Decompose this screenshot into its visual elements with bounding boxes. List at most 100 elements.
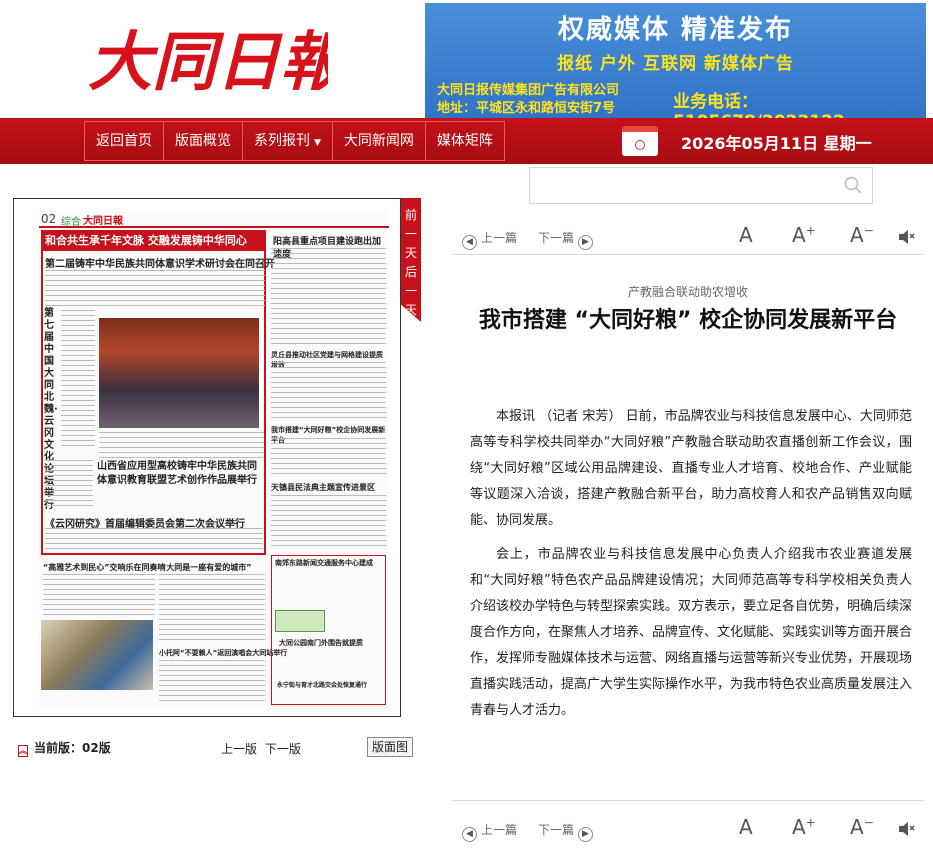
next-day-char-3[interactable]: 天 (401, 301, 421, 320)
layout-map-button[interactable]: 版面图 (367, 737, 413, 757)
double-up-arrow-icon[interactable]: ︽ (18, 745, 28, 757)
site-header: 大同日報 权威媒体 精准发布 报纸 户外 互联网 新媒体广告 大同日报传媒集团广… (0, 0, 933, 118)
text-lines (159, 574, 265, 644)
advertising-banner[interactable]: 权威媒体 精准发布 报纸 户外 互联网 新媒体广告 大同日报传媒集团广告有限公司… (425, 3, 926, 118)
banner-address: 地址：平城区永和路恒安街7号 (437, 101, 616, 116)
newspaper-page-image[interactable]: 02 综合 大同日報 和合共生承千年文脉 交融发展铸中华同心 第二届铸牢中华民族… (39, 210, 389, 710)
nav-page-overview-label: 版面概览 (175, 133, 231, 149)
text-lines (45, 460, 93, 510)
page-navigation: 上一版 下一版 (221, 740, 305, 757)
next-article-button[interactable]: 下一篇 ▶ (538, 821, 597, 842)
current-date: 2026年05月11日 星期一 (681, 134, 872, 153)
article-toolbar-bottom: ◀ 上一篇 下一篇 ▶ A A+ A− (452, 800, 924, 844)
prev-page-link[interactable]: 上一版 (221, 742, 257, 756)
text-lines (271, 362, 386, 422)
bottom-headline-1[interactable]: “高雅艺术到民心”交响乐在同奏响 (43, 562, 166, 573)
font-default-label: A (739, 223, 753, 247)
speaker-icon[interactable] (898, 229, 916, 245)
chevron-right-icon: ▶ (578, 827, 594, 842)
search-input[interactable] (529, 167, 873, 204)
banner-headline: 权威媒体 精准发布 (557, 15, 794, 45)
page-header-strip: 02 综合 大同日報 (39, 210, 389, 228)
nav-media-matrix[interactable]: 媒体矩阵 (426, 122, 504, 160)
day-flip-tab: 前 一 天 后 一 天 (401, 198, 421, 322)
font-default-label: A (739, 815, 753, 839)
font-default-button[interactable]: A (739, 223, 753, 247)
text-lines (159, 660, 265, 705)
prev-article-label: 上一篇 (481, 231, 518, 245)
nav-series-dropdown[interactable]: 系列报刊 ▼ (243, 122, 333, 160)
current-edition: ︽ 当前版：02版 (18, 739, 111, 757)
sub-headline-art-exhibit[interactable]: 山西省应用型高校铸牢中华民族共同体意识教育联盟艺术创作作品展举行 (97, 460, 265, 488)
prev-day-char-1[interactable]: 前 (401, 206, 421, 225)
article-paragraph: 本报讯 （记者 宋芳） 日前，市品牌农业与科技信息发展中心、大同师范高等专科学校… (470, 409, 912, 528)
feature-red-title[interactable]: 和合共生承千年文脉 交融发展铸中华同心 (41, 231, 266, 251)
nav-page-overview[interactable]: 版面概览 (164, 122, 243, 160)
factory-photo[interactable] (41, 620, 153, 690)
text-lines (99, 432, 264, 458)
text-lines (271, 438, 386, 478)
article-paragraph: 会上，市品牌农业与科技信息发展中心负责人介绍我市农业赛道发展和“大同好粮”特色农… (470, 547, 913, 718)
plus-icon: + (805, 223, 816, 238)
speaker-icon[interactable] (898, 821, 916, 837)
chevron-left-icon: ◀ (462, 235, 477, 250)
article-toolbar-top: ◀ 上一篇 下一篇 ▶ A A+ A− (452, 222, 924, 255)
right-box-headline-1[interactable]: 南郊东路新闻交通服务中心建成 (275, 558, 373, 568)
font-decrease-label: A (850, 815, 864, 839)
prev-article-button[interactable]: ◀ 上一篇 (458, 229, 517, 250)
text-lines (271, 495, 386, 550)
nav-home-label: 返回首页 (96, 133, 152, 149)
nav-datong-news[interactable]: 大同新闻网 (333, 122, 426, 160)
chevron-left-icon: ◀ (462, 827, 477, 842)
page-masthead: 大同日報 (83, 216, 123, 227)
font-decrease-label: A (850, 223, 864, 247)
font-increase-button[interactable]: A+ (792, 223, 816, 247)
next-article-button[interactable]: 下一篇 ▶ (538, 229, 597, 250)
page-section: 综合 (61, 217, 81, 228)
feature-headline[interactable]: 第二届铸牢中华民族共同体意识学术研讨会在同召开 (45, 255, 275, 270)
text-lines (271, 248, 386, 348)
prev-day-char-2[interactable]: 一 (401, 225, 421, 244)
nav-home[interactable]: 返回首页 (85, 122, 164, 160)
conference-photo[interactable] (99, 318, 259, 428)
chevron-right-icon: ▶ (578, 235, 594, 250)
article-title: 我市搭建 “大同好粮” 校企协同发展新平台 (478, 308, 898, 333)
font-decrease-button[interactable]: A− (850, 223, 874, 247)
minus-icon: − (863, 223, 874, 238)
text-lines (61, 310, 95, 450)
font-default-button[interactable]: A (739, 815, 753, 839)
font-increase-button[interactable]: A+ (792, 815, 816, 839)
font-decrease-button[interactable]: A− (850, 815, 874, 839)
next-day-char-2[interactable]: 一 (401, 282, 421, 301)
ad-thumbnail (275, 610, 325, 632)
text-lines (45, 270, 265, 310)
calendar-icon[interactable] (622, 126, 658, 156)
prev-day-char-3[interactable]: 天 (401, 244, 421, 263)
bottom-headline-2[interactable]: “大同是一座有爱的城市” (161, 562, 252, 573)
page-number: 02 (41, 212, 57, 226)
search-icon[interactable] (844, 176, 862, 194)
font-increase-label: A (792, 223, 806, 247)
prev-article-label: 上一篇 (481, 823, 518, 837)
dattong-daily-logo[interactable]: 大同日報 (88, 14, 328, 106)
bottom-headline-3[interactable]: 小托阿“不耍赖人”返回演唱会大同站举行 (159, 648, 287, 658)
banner-services: 报纸 户外 互联网 新媒体广告 (557, 54, 794, 74)
nav-menu: 返回首页 版面概览 系列报刊 ▼ 大同新闻网 媒体矩阵 (84, 121, 505, 161)
next-day-char-1[interactable]: 后 (401, 263, 421, 282)
next-page-link[interactable]: 下一版 (265, 742, 301, 756)
prev-article-button[interactable]: ◀ 上一篇 (458, 821, 517, 842)
minus-icon: − (863, 815, 874, 830)
right-box-headline-3[interactable]: 永宁街与育才北路交会处恢复通行 (277, 680, 367, 689)
right-box-headline-2[interactable]: 大同公园南门外围告就提质 (279, 638, 363, 648)
article-subtitle: 产教融合联动助农增收 (627, 285, 748, 299)
nav-media-matrix-label: 媒体矩阵 (436, 133, 493, 149)
text-lines (45, 528, 263, 552)
main-navbar: 返回首页 版面概览 系列报刊 ▼ 大同新闻网 媒体矩阵 2026年05月11日 星… (0, 118, 933, 164)
next-article-label: 下一篇 (538, 823, 575, 837)
right-col-headline-4[interactable]: 天镇县民法典主题宣传进景区 (271, 482, 375, 493)
next-article-label: 下一篇 (538, 231, 575, 245)
caret-down-icon: ▼ (314, 138, 321, 148)
font-increase-label: A (792, 815, 806, 839)
plus-icon: + (805, 815, 816, 830)
banner-company: 大同日报传媒集团广告有限公司 (437, 83, 620, 98)
